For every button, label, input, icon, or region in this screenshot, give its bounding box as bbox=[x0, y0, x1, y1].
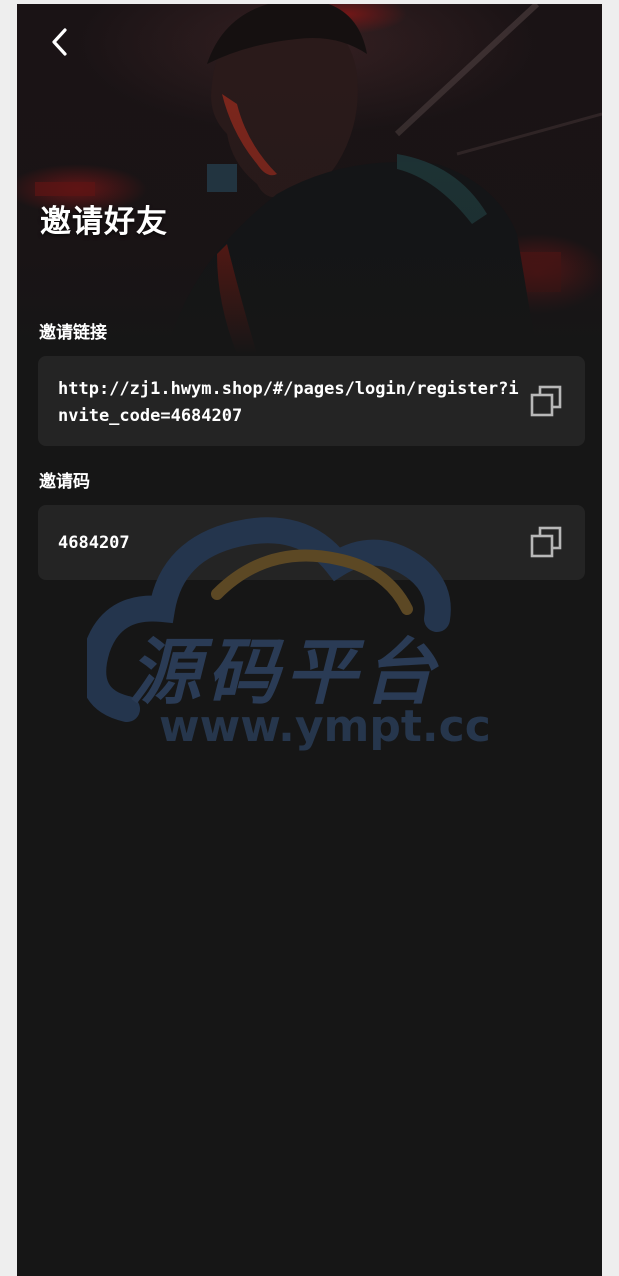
invite-code-card: 4684207 bbox=[38, 505, 585, 580]
invite-link-value: http://zj1.hwym.shop/#/pages/login/regis… bbox=[58, 379, 519, 426]
page-title: 邀请好友 bbox=[40, 204, 168, 240]
watermark-brand: 源码平台 bbox=[129, 630, 442, 714]
copy-icon bbox=[530, 526, 562, 558]
invite-friends-screen: 邀请好友 邀请链接 http://zj1.hwym.shop/#/pages/l… bbox=[17, 4, 602, 1276]
invite-code-value: 4684207 bbox=[58, 533, 130, 553]
copy-link-button[interactable] bbox=[529, 384, 563, 418]
invite-code-label: 邀请码 bbox=[39, 472, 90, 492]
watermark-url: www.ympt.cc bbox=[159, 701, 491, 752]
hero-banner: 邀请好友 邀请链接 bbox=[17, 4, 602, 354]
copy-icon bbox=[530, 385, 562, 417]
chevron-left-icon bbox=[52, 28, 67, 56]
back-button[interactable] bbox=[45, 24, 77, 60]
copy-code-button[interactable] bbox=[529, 525, 563, 559]
invite-link-card: http://zj1.hwym.shop/#/pages/login/regis… bbox=[38, 356, 585, 446]
invite-link-label: 邀请链接 bbox=[39, 323, 107, 343]
hero-background-image bbox=[17, 4, 602, 354]
